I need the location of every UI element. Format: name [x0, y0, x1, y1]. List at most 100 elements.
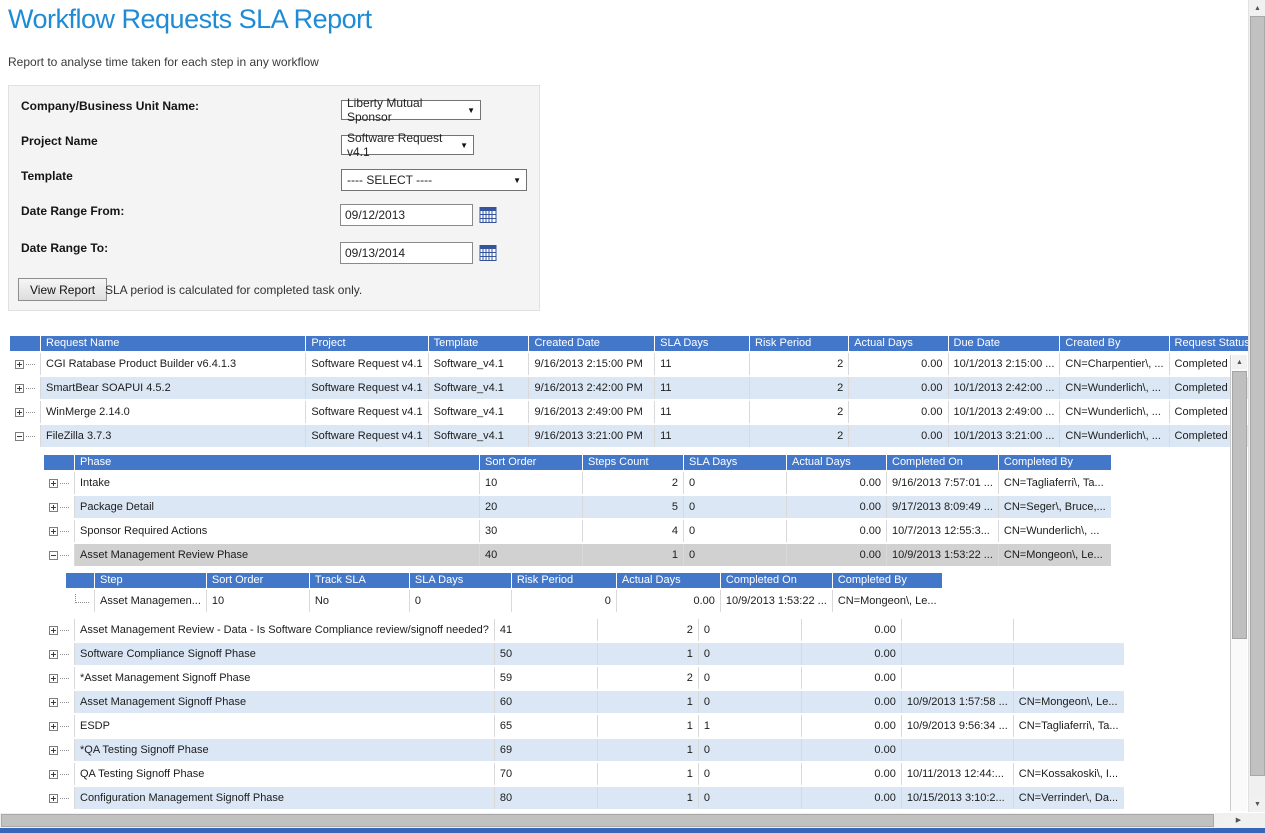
expand-cell — [44, 715, 75, 737]
scroll-right-icon[interactable]: ▶ — [1231, 814, 1246, 827]
page-subtitle: Report to analyse time taken for each st… — [8, 55, 319, 69]
cell-actual: 0.00 — [802, 667, 902, 689]
cell-actual: 0.00 — [802, 787, 902, 809]
cell-sort: 40 — [480, 544, 583, 566]
cell-by: CN=Kossakoski\, I... — [1014, 763, 1124, 785]
column-header: Request Name — [41, 336, 306, 351]
expand-cell — [10, 401, 41, 423]
expand-cell — [10, 353, 41, 375]
calendar-icon[interactable] — [479, 245, 497, 261]
page-scrollbar-thumb[interactable] — [1250, 16, 1265, 776]
collapse-icon[interactable] — [15, 432, 24, 441]
table-vertical-scrollbar[interactable]: ▲ — [1230, 355, 1247, 811]
cell-created_by: CN=Wunderlich\, ... — [1060, 401, 1169, 423]
project-dropdown-value: Software Request v4.1 — [347, 131, 454, 159]
cell-steps: 2 — [598, 619, 699, 641]
filter-panel: Company/Business Unit Name: Liberty Mutu… — [8, 85, 540, 311]
cell-phase: ESDP — [75, 715, 495, 737]
table-scrollbar-thumb[interactable] — [1232, 371, 1247, 639]
cell-actual: 0.00 — [802, 643, 902, 665]
cell-due: 10/1/2013 2:15:00 ... — [949, 353, 1061, 375]
chevron-down-icon: ▼ — [467, 106, 475, 115]
page-vertical-scrollbar[interactable]: ▲ ▼ — [1248, 0, 1265, 812]
cell-risk: 2 — [750, 377, 849, 399]
cell-risk: 2 — [750, 353, 849, 375]
cell-on: 10/9/2013 1:53:22 ... — [721, 590, 833, 612]
cell-created_by: CN=Charpentier\, ... — [1060, 353, 1169, 375]
expand-cell — [44, 619, 75, 641]
collapse-icon[interactable] — [49, 551, 58, 560]
chevron-down-icon: ▼ — [460, 141, 468, 150]
expand-icon[interactable] — [49, 503, 58, 512]
cell-steps: 1 — [598, 691, 699, 713]
calendar-icon[interactable] — [479, 207, 497, 223]
company-dropdown[interactable]: Liberty Mutual Sponsor ▼ — [341, 100, 481, 120]
scroll-down-icon[interactable]: ▼ — [1250, 797, 1265, 811]
view-report-button[interactable]: View Report — [18, 278, 107, 301]
cell-on: 10/7/2013 12:55:3... — [887, 520, 999, 542]
expand-icon[interactable] — [15, 360, 24, 369]
expand-icon[interactable] — [49, 794, 58, 803]
request-row: WinMerge 2.14.0Software Request v4.1Soft… — [10, 401, 1265, 423]
cell-on — [902, 667, 1014, 689]
column-header: Step — [95, 573, 207, 588]
template-dropdown[interactable]: ---- SELECT ---- ▼ — [341, 169, 527, 191]
cell-by: CN=Mongeon\, Le... — [999, 544, 1111, 566]
cell-by: CN=Seger\, Bruce,... — [999, 496, 1111, 518]
cell-phase: *QA Testing Signoff Phase — [75, 739, 495, 761]
request-row: CGI Ratabase Product Builder v6.4.1.3Sof… — [10, 353, 1265, 375]
cell-created: 9/16/2013 2:15:00 PM — [529, 353, 655, 375]
expand-cell — [44, 667, 75, 689]
cell-track: No — [310, 590, 410, 612]
expand-icon[interactable] — [49, 698, 58, 707]
cell-name: CGI Ratabase Product Builder v6.4.1.3 — [41, 353, 306, 375]
column-header: SLA Days — [684, 455, 787, 470]
cell-template: Software_v4.1 — [429, 377, 530, 399]
date-to-input[interactable] — [340, 242, 473, 264]
cell-project: Software Request v4.1 — [306, 401, 428, 423]
template-dropdown-value: ---- SELECT ---- — [347, 173, 432, 187]
scroll-up-icon[interactable]: ▲ — [1232, 355, 1247, 369]
cell-created_by: CN=Wunderlich\, ... — [1060, 377, 1169, 399]
cell-by: CN=Tagliaferri\, Ta... — [999, 472, 1111, 494]
cell-phase: Sponsor Required Actions — [75, 520, 480, 542]
cell-actual: 0.00 — [787, 520, 887, 542]
date-to-label: Date Range To: — [21, 241, 108, 255]
expand-icon[interactable] — [49, 527, 58, 536]
tree-dots-icon — [60, 630, 69, 631]
column-header: Phase — [75, 455, 480, 470]
expand-icon[interactable] — [49, 722, 58, 731]
cell-phase: Asset Management Review - Data - Is Soft… — [75, 619, 495, 641]
column-header: Actual Days — [617, 573, 721, 588]
cell-on: 10/9/2013 9:56:34 ... — [902, 715, 1014, 737]
horizontal-scrollbar[interactable]: ▶ — [0, 813, 1247, 828]
horizontal-scrollbar-thumb[interactable] — [1, 814, 1214, 827]
expand-icon[interactable] — [49, 770, 58, 779]
bottom-border-bar — [0, 828, 1265, 833]
column-header: Created By — [1060, 336, 1169, 351]
expand-icon[interactable] — [15, 408, 24, 417]
cell-sort: 10 — [480, 472, 583, 494]
expand-icon[interactable] — [49, 650, 58, 659]
cell-created: 9/16/2013 2:49:00 PM — [529, 401, 655, 423]
request-row: FileZilla 3.7.3Software Request v4.1Soft… — [10, 425, 1265, 447]
phase-row: Intake10200.009/16/2013 7:57:01 ...CN=Ta… — [44, 472, 1111, 494]
date-from-input[interactable] — [340, 204, 473, 226]
cell-on: 10/9/2013 1:57:58 ... — [902, 691, 1014, 713]
cell-sort: 50 — [495, 643, 598, 665]
column-header: Created Date — [529, 336, 655, 351]
cell-template: Software_v4.1 — [429, 425, 530, 447]
cell-due: 10/1/2013 3:21:00 ... — [949, 425, 1061, 447]
cell-steps: 1 — [583, 544, 684, 566]
request-table-region: Request NameProjectTemplateCreated DateS… — [10, 334, 1265, 449]
expand-cell — [44, 544, 75, 566]
scroll-up-icon[interactable]: ▲ — [1250, 1, 1265, 15]
expand-icon[interactable] — [49, 674, 58, 683]
expand-icon[interactable] — [49, 626, 58, 635]
expand-icon[interactable] — [15, 384, 24, 393]
expand-icon[interactable] — [49, 746, 58, 755]
project-dropdown[interactable]: Software Request v4.1 ▼ — [341, 135, 474, 155]
tree-dots-icon — [60, 774, 69, 775]
sla-note: SLA period is calculated for completed t… — [105, 283, 362, 297]
expand-icon[interactable] — [49, 479, 58, 488]
